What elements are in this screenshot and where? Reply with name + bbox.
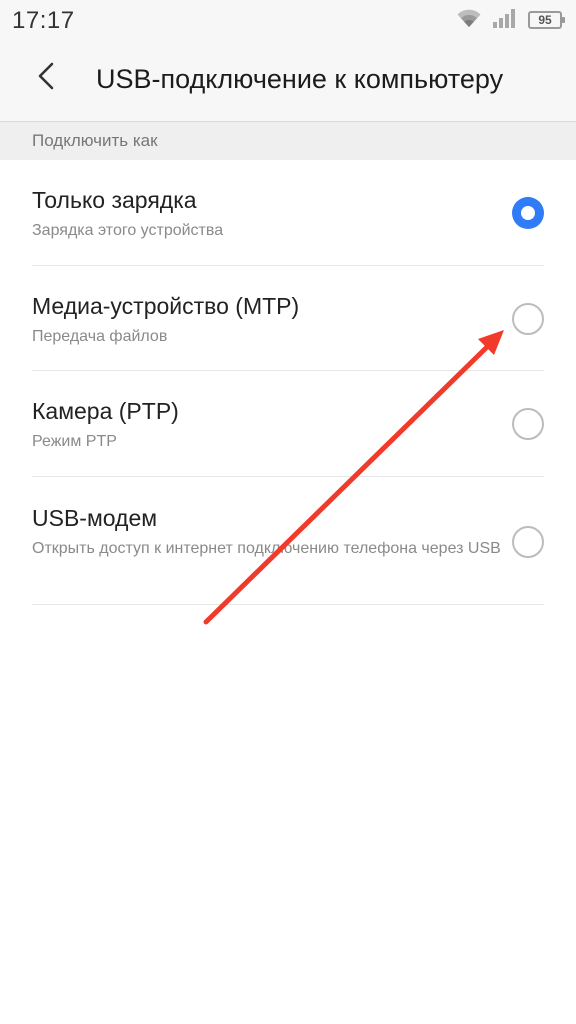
page-title: USB-подключение к компьютеру <box>96 64 504 94</box>
option-usb-modem[interactable]: USB-модем Открыть доступ к интернет подк… <box>32 477 544 605</box>
option-subtitle: Зарядка этого устройства <box>32 222 224 239</box>
section-label: Подключить как <box>32 131 158 150</box>
option-title: Только зарядка <box>32 187 197 213</box>
option-title: USB-модем <box>32 505 158 531</box>
radio-camera-ptp[interactable] <box>512 408 544 440</box>
option-subtitle: Передача файлов <box>32 328 168 345</box>
chevron-left-icon <box>36 61 56 96</box>
radio-usb-modem[interactable] <box>512 526 544 558</box>
back-button[interactable] <box>24 56 68 100</box>
option-charging-only[interactable]: Только зарядка Зарядка этого устройства <box>32 160 544 266</box>
option-subtitle: Открыть доступ к интернет подключению те… <box>32 540 501 557</box>
option-title: Медиа-устройство (MTP) <box>32 293 300 319</box>
option-camera-ptp[interactable]: Камера (PTP) Режим PTP <box>32 371 544 477</box>
usb-settings-screen: 17:17 95 USB-подключение к компьютеру По… <box>0 0 576 1024</box>
option-subtitle: Режим PTP <box>32 433 117 450</box>
battery-level: 95 <box>538 13 552 27</box>
option-media-device-mtp[interactable]: Медиа-устройство (MTP) Передача файлов <box>32 266 544 371</box>
wifi-icon <box>456 8 482 33</box>
signal-icon <box>492 8 518 33</box>
connection-options-list: Только зарядка Зарядка этого устройства … <box>0 160 576 605</box>
radio-media-device-mtp[interactable] <box>512 303 544 335</box>
battery-icon: 95 <box>528 11 565 29</box>
status-bar: 17:17 95 <box>0 0 576 40</box>
section-header: Подключить как <box>0 122 576 160</box>
option-title: Камера (PTP) <box>32 398 179 424</box>
status-icons: 95 <box>456 8 565 33</box>
radio-charging-only[interactable] <box>512 197 544 229</box>
status-time: 17:17 <box>12 7 75 34</box>
top-app-bar: USB-подключение к компьютеру <box>0 40 576 122</box>
